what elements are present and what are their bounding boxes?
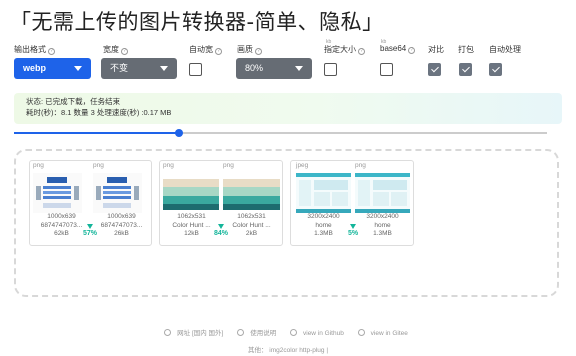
help-icon[interactable]: ? (48, 48, 55, 55)
dashboard-preview (355, 173, 410, 213)
chevron-down-icon (74, 66, 82, 71)
width-label: 宽度? (103, 44, 128, 55)
gitee-link[interactable]: view in Gitee (357, 329, 412, 337)
auto-process-checkbox[interactable] (489, 63, 502, 76)
output-thumbnail[interactable]: png (93, 162, 142, 213)
site-link[interactable]: 网址 [国内 国外] (164, 329, 227, 337)
timing-text: 耗时(秒)：8.1 数量 3 处理速度(秒) :0.17 MB (26, 108, 172, 117)
footer-links: 网址 [国内 国外] 使用说明 view in Github view in G… (0, 327, 576, 337)
output-meta: 3200x2400 home 1.3MB (366, 213, 399, 237)
image-card[interactable]: png png 1062x531 Color Hunt ... 12kB 1062x… (159, 160, 283, 246)
auto-width-label: 自动宽? (189, 44, 222, 55)
chevron-down-icon (160, 66, 168, 71)
dashboard-preview (296, 173, 351, 213)
reduction-badge: 57% (80, 224, 100, 237)
slider-thumb[interactable] (175, 129, 184, 137)
arrow-down-icon (87, 224, 93, 229)
reduction-badge: 5% (343, 224, 363, 237)
original-thumbnail[interactable]: png (33, 162, 82, 213)
github-icon (290, 329, 297, 336)
quality-select[interactable]: 80% (236, 58, 312, 79)
footer-others[interactable]: 其他： img2color http-plug | (0, 344, 576, 354)
format-select[interactable]: webp (14, 58, 91, 79)
pack-label: 打包 (458, 45, 474, 54)
help-icon[interactable]: ? (358, 48, 365, 55)
diagram-preview (93, 173, 142, 213)
image-card[interactable]: png png 1000x6396874747073...62kB 1000 (29, 160, 152, 246)
slider-fill (14, 132, 180, 134)
width-select[interactable]: 不变 (101, 58, 177, 79)
help-icon (237, 329, 245, 336)
help-icon[interactable]: ? (215, 48, 222, 55)
help-icon[interactable]: ? (408, 47, 416, 54)
auto-process-label: 自动处理 (489, 45, 521, 54)
original-thumbnail[interactable]: png (163, 162, 219, 213)
github-link[interactable]: view in Github (290, 329, 348, 337)
pack-checkbox[interactable] (459, 63, 472, 76)
format-label: 输出格式? (14, 44, 55, 55)
compare-label: 对比 (428, 45, 444, 54)
base64-label: base64? (380, 44, 416, 54)
help-icon[interactable]: ? (121, 48, 128, 55)
gitee-icon (357, 329, 365, 336)
help-icon[interactable]: ? (255, 48, 262, 55)
diagram-preview (33, 173, 82, 213)
palette-preview (163, 179, 219, 210)
arrow-down-icon (350, 224, 356, 229)
auto-width-checkbox[interactable] (189, 63, 202, 76)
arrow-down-icon (218, 224, 224, 229)
output-meta: 1062x531 Color Hunt ... 2kB (232, 213, 271, 237)
base64-checkbox[interactable] (380, 63, 393, 76)
chevron-down-icon (295, 66, 303, 71)
output-thumbnail[interactable]: png (355, 162, 410, 213)
palette-preview (223, 179, 280, 210)
compare-checkbox[interactable] (428, 63, 441, 76)
globe-icon (164, 329, 172, 336)
size-label: 指定大小? (324, 44, 365, 55)
original-thumbnail[interactable]: jpeg (296, 162, 351, 213)
image-card[interactable]: jpeg png 3200x2400 home 1.3MB 3200x2400 hom… (290, 160, 414, 246)
status-text: 状态: 已完成下载，任务结束 (26, 97, 121, 106)
quality-label: 画质? (237, 44, 262, 55)
reduction-badge: 84% (211, 224, 231, 237)
size-checkbox[interactable] (324, 63, 337, 76)
status-panel: 状态: 已完成下载，任务结束 耗时(秒)：8.1 数量 3 处理速度(秒) :0… (14, 93, 562, 124)
slider-track[interactable] (179, 132, 547, 134)
help-link[interactable]: 使用说明 (237, 329, 280, 337)
output-thumbnail[interactable]: png (223, 162, 280, 213)
page-title: 「无需上传的图片转换器-简单、隐私」 (10, 10, 384, 34)
output-meta: 1000x639 6874747073... 26kB (100, 213, 143, 237)
